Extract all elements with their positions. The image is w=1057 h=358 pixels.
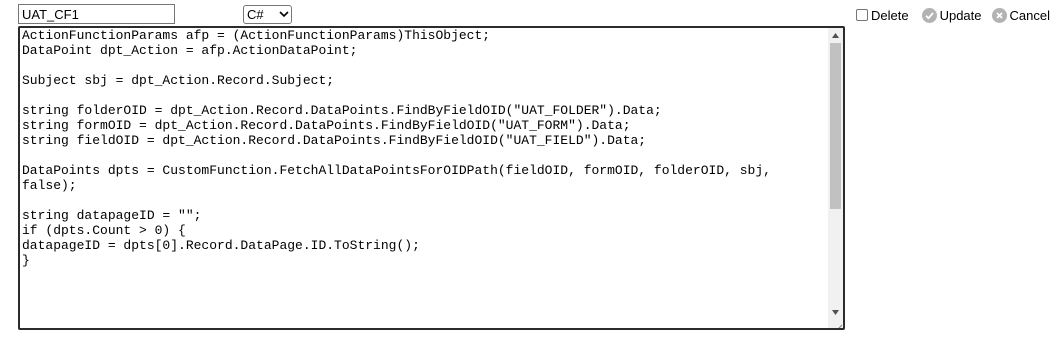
code-line: DataPoints dpts = CustomFunction.FetchAl… — [22, 163, 771, 178]
chevron-down-icon — [277, 6, 291, 23]
code-line: Subject sbj = dpt_Action.Record.Subject; — [22, 73, 335, 88]
scroll-up-arrow-icon[interactable] — [828, 28, 843, 43]
cancel-label: Cancel — [1009, 7, 1050, 23]
language-select-value: C# — [247, 7, 264, 22]
delete-checkbox[interactable] — [856, 9, 868, 21]
custom-function-editor-page: C# Delete Update Cancel ActionFunctionPa… — [0, 0, 1057, 358]
code-line: DataPoint dpt_Action = afp.ActionDataPoi… — [22, 43, 358, 58]
resize-grip-icon[interactable] — [834, 319, 843, 328]
code-line: } — [22, 253, 30, 268]
vertical-scrollbar[interactable] — [828, 28, 843, 328]
code-line: ActionFunctionParams afp = (ActionFuncti… — [22, 28, 491, 43]
close-icon — [991, 7, 1007, 23]
language-select[interactable]: C# — [243, 5, 292, 24]
code-editor[interactable]: ActionFunctionParams afp = (ActionFuncti… — [18, 26, 845, 330]
code-line: if (dpts.Count > 0) { — [22, 223, 186, 238]
action-bar: Delete Update Cancel — [855, 5, 1050, 25]
cancel-button[interactable]: Cancel — [991, 7, 1050, 23]
code-line: string fieldOID = dpt_Action.Record.Data… — [22, 133, 647, 148]
update-button[interactable]: Update — [921, 7, 992, 23]
code-line: datapageID = dpts[0].Record.DataPage.ID.… — [22, 238, 420, 253]
code-line: string datapageID = ""; — [22, 208, 202, 223]
code-line: false); — [22, 178, 77, 193]
function-name-input[interactable] — [18, 4, 175, 24]
code-line: string formOID = dpt_Action.Record.DataP… — [22, 118, 631, 133]
scroll-down-arrow-icon[interactable] — [828, 305, 843, 320]
update-label: Update — [939, 7, 982, 23]
scrollbar-thumb[interactable] — [830, 43, 841, 209]
code-text[interactable]: ActionFunctionParams afp = (ActionFuncti… — [22, 28, 827, 328]
delete-label: Delete — [871, 7, 909, 23]
code-line: string folderOID = dpt_Action.Record.Dat… — [22, 103, 662, 118]
checkmark-icon — [921, 7, 937, 23]
